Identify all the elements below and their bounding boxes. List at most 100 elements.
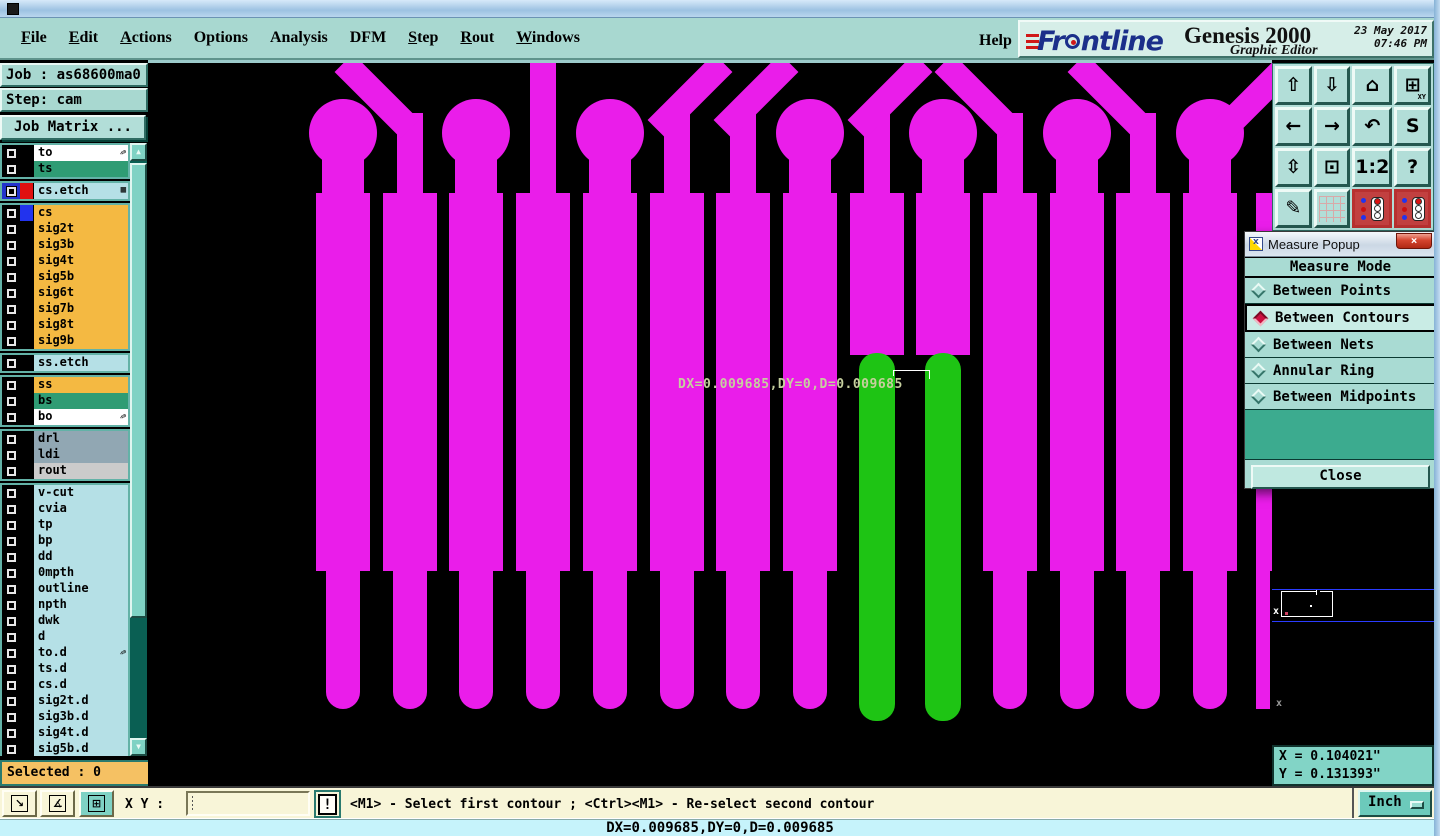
layer-checkbox[interactable] [2, 629, 20, 645]
close-button[interactable]: Close [1251, 465, 1430, 489]
layer-traffic-left-icon[interactable] [1352, 189, 1393, 228]
layer-name[interactable]: cs [33, 205, 128, 221]
layer-checkbox[interactable] [2, 393, 20, 409]
scale-ratio-button[interactable]: 1:2 [1352, 148, 1393, 187]
layer-checkbox[interactable] [2, 409, 20, 425]
layer-name[interactable]: cs.d [33, 677, 128, 693]
layer-row-ts[interactable]: ts [2, 161, 128, 177]
layer-name[interactable]: tp [33, 517, 128, 533]
window-xy-button[interactable]: ⊞ XY [1394, 66, 1431, 105]
layer-row-dd[interactable]: dd [2, 549, 128, 565]
route-s-button[interactable]: S [1394, 107, 1431, 146]
menu-file[interactable]: File [10, 25, 58, 51]
layer-checkbox[interactable] [2, 677, 20, 693]
measure-mode-between-nets[interactable]: Between Nets [1245, 332, 1436, 358]
layer-row-sig4t[interactable]: sig4t [2, 253, 128, 269]
measure-distance-button[interactable]: ↘ [2, 790, 37, 817]
pan-left-button[interactable]: ← [1275, 107, 1312, 146]
layer-row-sig3b.d[interactable]: sig3b.d [2, 709, 128, 725]
measure-mode-between-midpoints[interactable]: Between Midpoints [1245, 384, 1436, 410]
layer-checkbox[interactable] [2, 661, 20, 677]
layer-checkbox[interactable] [2, 549, 20, 565]
layer-row-outline[interactable]: outline [2, 581, 128, 597]
layer-checkbox[interactable] [2, 613, 20, 629]
layer-list-scrollbar[interactable]: ▲ ▼ [130, 143, 147, 756]
layer-name[interactable]: sig3b [33, 237, 128, 253]
layer-checkbox[interactable] [2, 221, 20, 237]
layer-row-drl[interactable]: drl [2, 431, 128, 447]
layer-name[interactable]: sig6t [33, 285, 128, 301]
layer-name[interactable]: to.d ✎ [33, 645, 129, 661]
layer-checkbox[interactable] [2, 463, 20, 479]
layer-row-sig7b[interactable]: sig7b [2, 301, 128, 317]
menu-rout[interactable]: Rout [449, 25, 505, 51]
layer-row-to.d[interactable]: to.d ✎ [2, 645, 129, 661]
help-button[interactable]: ? [1394, 148, 1431, 187]
layer-checkbox[interactable] [2, 317, 20, 333]
layer-row-sig4t.d[interactable]: sig4t.d [2, 725, 128, 741]
layer-checkbox[interactable] [2, 431, 20, 447]
layer-name[interactable]: to ✎ [33, 145, 129, 161]
layer-name[interactable]: ss.etch [33, 355, 128, 371]
layer-checkbox[interactable] [2, 285, 20, 301]
measure-mode-between-points[interactable]: Between Points [1245, 278, 1436, 304]
layer-name[interactable]: sig5b.d [33, 741, 128, 756]
layer-name[interactable]: 0mpth [33, 565, 128, 581]
layer-checkbox[interactable] [2, 741, 20, 756]
layer-name[interactable]: ts.d [33, 661, 128, 677]
layer-row-sig9b[interactable]: sig9b [2, 333, 128, 349]
layer-checkbox[interactable] [2, 565, 20, 581]
layer-name[interactable]: bp [33, 533, 128, 549]
layer-row-cs.etch[interactable]: cs.etch ▦ [2, 183, 128, 199]
scroll-up-icon[interactable]: ▲ [130, 143, 147, 161]
layer-checkbox[interactable] [2, 517, 20, 533]
layer-checkbox[interactable] [2, 533, 20, 549]
layer-name[interactable]: bs [33, 393, 128, 409]
window-select-button[interactable]: ⊞ [79, 790, 114, 817]
layer-name[interactable]: outline [33, 581, 128, 597]
layer-name[interactable]: sig8t [33, 317, 128, 333]
layer-checkbox[interactable] [2, 485, 20, 501]
scroll-down-icon[interactable]: ▼ [130, 738, 147, 756]
layer-checkbox[interactable] [2, 355, 20, 371]
layer-checkbox[interactable] [2, 253, 20, 269]
layer-name[interactable]: sig3b.d [33, 709, 128, 725]
layer-checkbox[interactable] [2, 237, 20, 253]
layer-row-v-cut[interactable]: v-cut [2, 485, 128, 501]
layer-name[interactable]: sig9b [33, 333, 128, 349]
layer-row-ss.etch[interactable]: ss.etch [2, 355, 128, 371]
layer-checkbox[interactable] [2, 333, 20, 349]
layer-row-d[interactable]: d [2, 629, 128, 645]
layer-name[interactable]: rout [33, 463, 128, 479]
layer-name[interactable]: ss [33, 377, 128, 393]
pcb-canvas[interactable]: DX=0.009685,DY=0,D=0.009685 [148, 60, 1272, 786]
layer-row-cvia[interactable]: cvia [2, 501, 128, 517]
layer-row-sig5b.d[interactable]: sig5b.d [2, 741, 128, 756]
layer-name[interactable]: sig4t.d [33, 725, 128, 741]
layer-checkbox[interactable] [2, 597, 20, 613]
view-page-up-button[interactable]: ⇧ [1275, 66, 1312, 105]
scrollbar-thumb[interactable] [130, 163, 147, 618]
close-icon[interactable]: × [1396, 233, 1432, 249]
layer-row-sig8t[interactable]: sig8t [2, 317, 128, 333]
grid-button[interactable] [1313, 189, 1351, 228]
layer-row-npth[interactable]: npth [2, 597, 128, 613]
menu-edit[interactable]: Edit [58, 25, 109, 51]
zoom-extents-button[interactable]: ⇳ [1275, 148, 1312, 187]
layer-row-to[interactable]: to ✎ [2, 145, 129, 161]
layer-checkbox[interactable] [2, 693, 20, 709]
layer-checkbox[interactable] [2, 301, 20, 317]
menu-dfm[interactable]: DFM [339, 25, 397, 51]
layer-row-0mpth[interactable]: 0mpth [2, 565, 128, 581]
menu-help[interactable]: Help [968, 28, 1023, 54]
layer-row-bs[interactable]: bs [2, 393, 128, 409]
layer-name[interactable]: d [33, 629, 128, 645]
layer-name[interactable]: sig4t [33, 253, 128, 269]
layer-row-rout[interactable]: rout [2, 463, 128, 479]
layer-name[interactable]: cs.etch ▦ [33, 183, 128, 199]
layer-name[interactable]: bo ✎ [33, 409, 129, 425]
alert-button[interactable]: ! [318, 793, 337, 815]
layer-checkbox[interactable] [2, 377, 20, 393]
layer-checkbox[interactable] [2, 161, 20, 177]
layer-row-cs.d[interactable]: cs.d [2, 677, 128, 693]
